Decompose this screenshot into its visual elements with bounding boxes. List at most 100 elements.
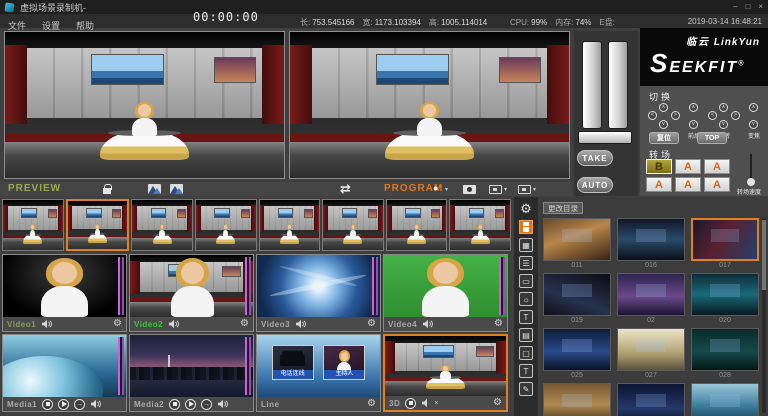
arrow-dn-button[interactable]: ∨ bbox=[719, 120, 728, 129]
arrow-up-button[interactable]: ∧ bbox=[749, 103, 758, 112]
layers-icon[interactable]: ▤ bbox=[519, 328, 533, 342]
transition-b-button[interactable]: B bbox=[646, 159, 672, 174]
play-button[interactable] bbox=[58, 399, 69, 410]
take-button[interactable]: TAKE bbox=[577, 150, 613, 166]
gallery-scene-item[interactable] bbox=[691, 383, 759, 416]
source-panel-video3[interactable]: Video3⚙ bbox=[256, 254, 381, 332]
source-thumbnail[interactable] bbox=[3, 255, 126, 317]
gear-icon[interactable]: ⚙ bbox=[367, 399, 376, 409]
source-thumbnail[interactable] bbox=[385, 336, 506, 396]
draw-pen-icon[interactable]: ✎ bbox=[519, 382, 533, 396]
arrow-dn-button[interactable]: ∨ bbox=[659, 120, 668, 129]
camera-preset-thumb[interactable] bbox=[449, 199, 511, 251]
subtitle-icon[interactable]: T bbox=[519, 310, 533, 324]
save-floppy-icon[interactable] bbox=[519, 220, 533, 234]
monitor-light-icon[interactable]: ☼ bbox=[519, 292, 533, 306]
camera-preset-thumb[interactable] bbox=[322, 199, 384, 251]
arrow-up-button[interactable]: ∧ bbox=[659, 103, 668, 112]
camera-preset-thumb[interactable] bbox=[131, 199, 193, 251]
gear-icon[interactable]: ⚙ bbox=[240, 319, 249, 329]
camera-preset-thumb[interactable] bbox=[66, 199, 130, 251]
image-overlay-icon-2[interactable] bbox=[170, 184, 183, 194]
arrow-lf-button[interactable]: < bbox=[708, 111, 717, 120]
scene-grid-icon[interactable]: ▦ bbox=[519, 238, 533, 252]
phone-call-button[interactable]: 电话连线 bbox=[272, 345, 314, 380]
program-monitor[interactable] bbox=[289, 31, 570, 179]
reset-button[interactable]: 复位 bbox=[649, 132, 679, 144]
change-directory-button[interactable]: 更改目录 bbox=[543, 202, 583, 214]
top-button[interactable]: TOP bbox=[697, 132, 727, 144]
source-panel-3d[interactable]: 3D×⚙ bbox=[383, 334, 508, 412]
arrow-up-button[interactable]: ∧ bbox=[719, 103, 728, 112]
source-thumbnail[interactable] bbox=[257, 255, 380, 317]
arrow-rt-button[interactable]: > bbox=[671, 111, 680, 120]
stream-output-icon[interactable] bbox=[489, 185, 502, 194]
settings-gear-icon[interactable]: ⚙ bbox=[519, 202, 533, 216]
lock-icon[interactable] bbox=[103, 184, 111, 194]
gallery-scene-thumb[interactable] bbox=[691, 218, 759, 261]
gear-icon[interactable]: ⚙ bbox=[493, 398, 502, 408]
swap-preview-program-icon[interactable]: ⇄ bbox=[340, 181, 351, 197]
picture-dropdown-icon[interactable]: ▾ bbox=[533, 186, 536, 193]
monitor-icon[interactable]: ▭ bbox=[519, 274, 533, 288]
source-thumbnail[interactable] bbox=[130, 335, 253, 397]
source-panel-media2[interactable]: Media2→ bbox=[129, 334, 254, 412]
snapshot-camera-icon[interactable] bbox=[463, 185, 476, 194]
gallery-scene-item[interactable]: 020 bbox=[691, 273, 759, 325]
gallery-scene-thumb[interactable] bbox=[691, 383, 759, 416]
stop-button[interactable] bbox=[42, 399, 53, 410]
camera-preset-thumb[interactable] bbox=[259, 199, 321, 251]
close-button[interactable]: × bbox=[758, 2, 763, 12]
gear-icon[interactable]: ⚙ bbox=[494, 319, 503, 329]
speaker-icon[interactable] bbox=[217, 399, 229, 409]
camera-preset-thumb[interactable] bbox=[195, 199, 257, 251]
stream-dropdown-icon[interactable]: ▾ bbox=[504, 186, 507, 193]
arrow-lf-button[interactable]: < bbox=[648, 111, 657, 120]
gallery-scene-thumb[interactable] bbox=[691, 328, 759, 371]
source-thumbnail[interactable] bbox=[130, 255, 253, 317]
arrow-dn-button[interactable]: ∨ bbox=[689, 120, 698, 129]
maximize-button[interactable]: □ bbox=[745, 2, 750, 12]
transition-a-button[interactable]: A bbox=[646, 177, 672, 192]
image-overlay-icon-1[interactable] bbox=[148, 184, 161, 194]
gallery-scene-thumb[interactable] bbox=[691, 273, 759, 316]
transition-a-button[interactable]: A bbox=[675, 159, 701, 174]
gallery-scene-item[interactable]: 02 bbox=[617, 273, 685, 325]
camera-preset-thumb[interactable] bbox=[386, 199, 448, 251]
source-panel-video4[interactable]: Video4⚙ bbox=[383, 254, 508, 332]
loop-button[interactable]: → bbox=[201, 399, 212, 410]
speaker-icon[interactable] bbox=[41, 319, 53, 329]
gallery-scene-item[interactable] bbox=[617, 383, 685, 416]
gallery-scene-thumb[interactable] bbox=[617, 273, 685, 316]
source-thumbnail[interactable]: 电话连线主持人 bbox=[257, 335, 380, 397]
gallery-scene-thumb[interactable] bbox=[617, 328, 685, 371]
picture-output-icon[interactable] bbox=[518, 185, 531, 194]
gear-icon[interactable]: ⚙ bbox=[113, 319, 122, 329]
speaker-icon[interactable] bbox=[295, 319, 307, 329]
playlist-icon[interactable]: ☰ bbox=[519, 256, 533, 270]
gallery-scene-item[interactable]: 016 bbox=[617, 218, 685, 270]
loop-button[interactable]: → bbox=[74, 399, 85, 410]
source-panel-line[interactable]: 电话连线主持人Line⚙ bbox=[256, 334, 381, 412]
auto-button[interactable]: AUTO bbox=[577, 177, 613, 193]
frame-icon[interactable]: ▢ bbox=[519, 346, 533, 360]
gallery-scene-item[interactable]: 011 bbox=[543, 218, 611, 270]
gallery-scrollbar[interactable] bbox=[762, 218, 766, 413]
gallery-scene-thumb[interactable] bbox=[543, 383, 611, 416]
gallery-scene-thumb[interactable] bbox=[617, 218, 685, 261]
gallery-scene-item[interactable]: 019 bbox=[543, 273, 611, 325]
speaker-icon[interactable] bbox=[90, 399, 102, 409]
gallery-scene-item[interactable]: 028 bbox=[691, 328, 759, 380]
arrow-rt-button[interactable]: > bbox=[731, 111, 740, 120]
speaker-icon[interactable] bbox=[422, 319, 434, 329]
scrollbar-thumb[interactable] bbox=[762, 220, 766, 290]
source-panel-video2[interactable]: Video2⚙ bbox=[129, 254, 254, 332]
transition-a-button[interactable]: A bbox=[704, 159, 730, 174]
gallery-scene-thumb[interactable] bbox=[543, 328, 611, 371]
transition-a-button[interactable]: A bbox=[704, 177, 730, 192]
transition-a-button[interactable]: A bbox=[675, 177, 701, 192]
slider-knob[interactable] bbox=[747, 178, 755, 186]
tbar-handle[interactable] bbox=[582, 41, 602, 129]
stop-button[interactable] bbox=[405, 398, 416, 409]
gallery-scene-item[interactable]: 017 bbox=[691, 218, 759, 270]
